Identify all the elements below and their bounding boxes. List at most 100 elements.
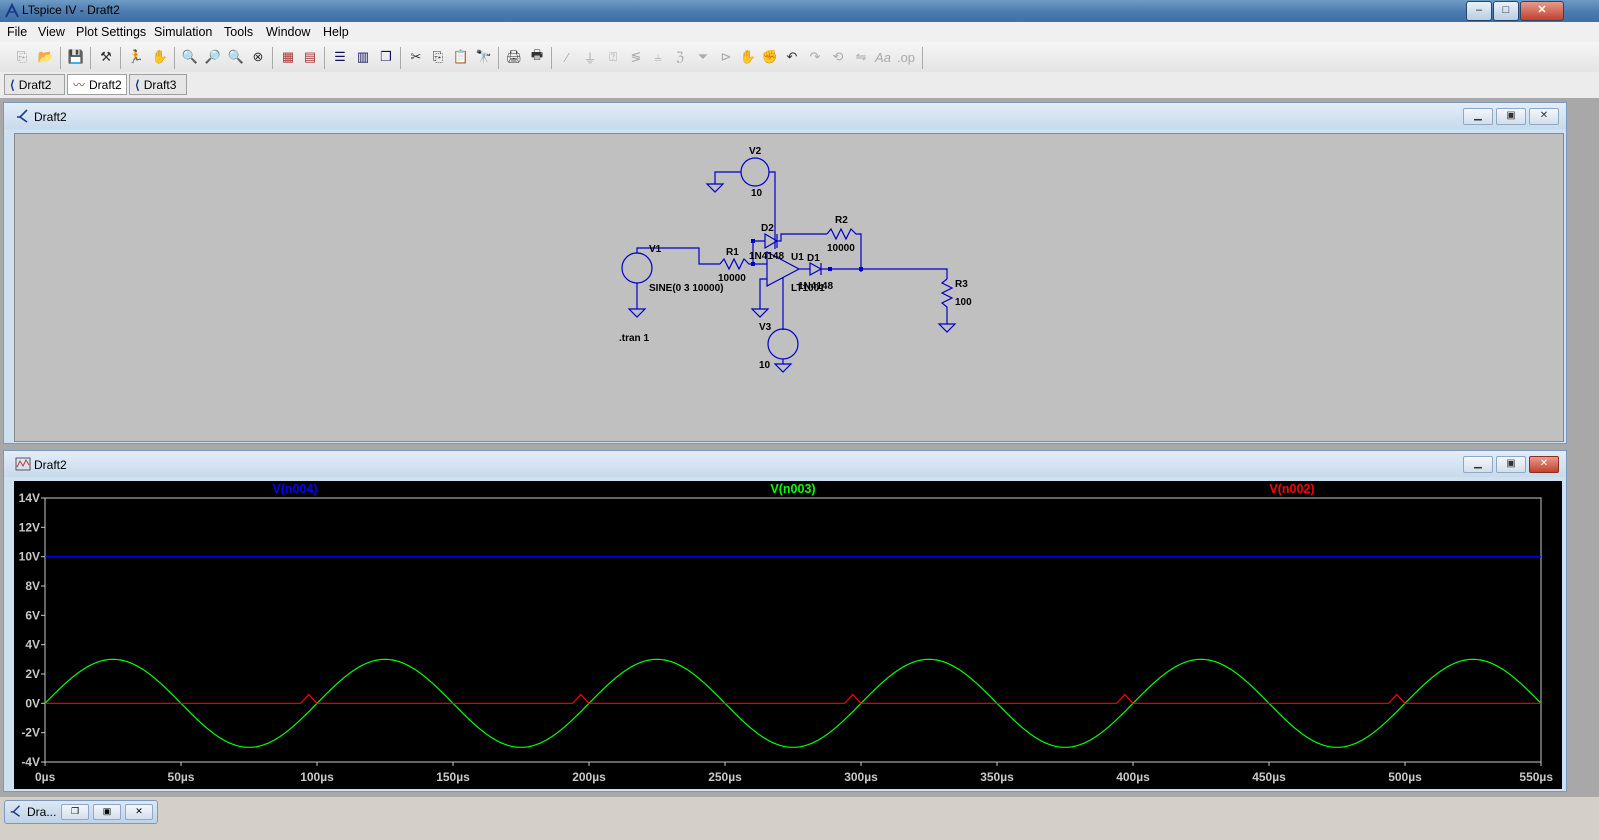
- autorange-icon[interactable]: ▦: [278, 47, 298, 67]
- menu-help[interactable]: Help: [323, 25, 349, 39]
- schematic-icon: [17, 109, 28, 123]
- menu-plot-settings[interactable]: Plot Settings: [76, 25, 146, 39]
- schematic-window: Draft2 ▁ ▣ ✕ V2 10 V1 SINE(0 3 10000) R1…: [3, 102, 1567, 444]
- tile-vertical-icon[interactable]: ▥: [353, 47, 373, 67]
- label-net-icon[interactable]: ⍰: [603, 47, 623, 67]
- waveform-window-titlebar: Draft2 ▁ ▣ ✕: [4, 451, 1566, 477]
- schematic-icon: [10, 805, 20, 817]
- toolbar-separator: [60, 47, 61, 69]
- menu-view[interactable]: View: [38, 25, 65, 39]
- plot-pane-icon[interactable]: ▤: [300, 47, 320, 67]
- minimized-window[interactable]: Dra... ❐ ▣ ✕: [4, 800, 158, 824]
- menu-file[interactable]: File: [7, 25, 27, 39]
- zoom-out-icon[interactable]: 🔍: [226, 47, 246, 67]
- menu-window[interactable]: Window: [266, 25, 310, 39]
- x-tick-label: 500µs: [1388, 770, 1422, 784]
- cascade-icon[interactable]: ❐: [376, 47, 396, 67]
- mirror-icon[interactable]: ⇋: [851, 47, 871, 67]
- schematic-canvas[interactable]: V2 10 V1 SINE(0 3 10000) R1 10000 D2 1N4…: [14, 133, 1564, 442]
- junction-dot: [859, 267, 863, 271]
- toolbar-separator: [922, 47, 923, 69]
- control-panel-icon[interactable]: ⚒: [96, 47, 116, 67]
- x-tick-label: 250µs: [708, 770, 742, 784]
- tab-draft2-schematic[interactable]: ⟨ Draft2: [4, 74, 65, 95]
- new-schematic-icon[interactable]: ⎘: [12, 47, 32, 67]
- toolbar-separator: [551, 47, 552, 69]
- waveform-maximize-button[interactable]: ▣: [1496, 456, 1526, 473]
- close-icon[interactable]: ✕: [125, 804, 153, 820]
- y-tick-label: 12V: [19, 520, 40, 534]
- y-tick-label: 2V: [25, 667, 40, 681]
- v3-value-label: 10: [759, 360, 771, 371]
- waveform-minimize-button[interactable]: ▁: [1463, 456, 1493, 473]
- y-tick-label: 0V: [25, 696, 40, 710]
- ground-icon: [750, 308, 770, 318]
- ground-icon: [937, 323, 957, 333]
- d1-name-label: D1: [807, 253, 820, 264]
- find-icon[interactable]: 🔭: [474, 47, 494, 67]
- x-tick-label: 400µs: [1116, 770, 1150, 784]
- halt-icon[interactable]: ✋: [150, 47, 170, 67]
- ground-icon[interactable]: ⏚: [580, 47, 600, 67]
- x-tick-label: 100µs: [300, 770, 334, 784]
- copy-icon[interactable]: ⎘: [428, 47, 448, 67]
- rotate-icon[interactable]: ⟲: [828, 47, 848, 67]
- x-tick-label: 300µs: [844, 770, 878, 784]
- maximize-button[interactable]: □: [1493, 1, 1519, 21]
- restore-icon[interactable]: ❐: [61, 804, 89, 820]
- inductor-icon[interactable]: ℨ: [670, 47, 690, 67]
- undo-icon[interactable]: ↶: [782, 47, 802, 67]
- tran-directive[interactable]: .tran 1: [619, 333, 649, 344]
- plot-pane[interactable]: 14V 12V 10V 8V 6V 4V 2V 0V -2V -4V 0µs 50µs 100µs 150…: [14, 481, 1562, 789]
- schematic-minimize-button[interactable]: ▁: [1463, 108, 1493, 125]
- cut-icon[interactable]: ✂: [406, 47, 426, 67]
- waveform-icon: [15, 457, 31, 471]
- component-icon[interactable]: ⊳: [716, 47, 736, 67]
- junction-dot: [751, 239, 755, 243]
- resistor-icon[interactable]: ≶: [626, 47, 646, 67]
- d1-value-label: 1N4148: [798, 281, 833, 292]
- open-folder-icon[interactable]: 📂: [36, 47, 56, 67]
- print-icon[interactable]: 🖶: [527, 47, 547, 67]
- zoom-fit-icon[interactable]: ⊗: [248, 47, 268, 67]
- tab-draft2-waveform[interactable]: 〰 Draft2: [67, 74, 127, 95]
- pan-icon[interactable]: 🔎: [203, 47, 223, 67]
- r2-name-label: R2: [835, 215, 848, 226]
- save-icon[interactable]: 💾: [66, 47, 86, 67]
- toolbar-separator: [324, 47, 325, 69]
- text-icon[interactable]: Aa: [873, 47, 893, 67]
- tab-draft3-schematic[interactable]: ⟨ Draft3: [129, 74, 187, 95]
- minimize-button[interactable]: –: [1466, 1, 1492, 21]
- toolbar-separator: [400, 47, 401, 69]
- drag-icon[interactable]: ✊: [760, 47, 780, 67]
- v2-source-symbol: [740, 157, 770, 187]
- diode-icon[interactable]: ⏷: [693, 47, 713, 67]
- x-tick-label: 550µs: [1519, 770, 1553, 784]
- u1-name-label: U1: [791, 252, 804, 263]
- trace-vn002: [45, 693, 1541, 704]
- menu-simulation[interactable]: Simulation: [154, 25, 212, 39]
- wire-icon[interactable]: ∕: [557, 47, 577, 67]
- tab-label: Draft2: [18, 77, 52, 92]
- menu-tools[interactable]: Tools: [224, 25, 253, 39]
- move-icon[interactable]: ✋: [738, 47, 758, 67]
- document-tab-bar: ⟨ Draft2 〰 Draft2 ⟨ Draft3: [0, 72, 1599, 99]
- run-icon[interactable]: 🏃: [126, 47, 146, 67]
- schematic-icon: ⟨: [10, 77, 15, 92]
- schematic-maximize-button[interactable]: ▣: [1496, 108, 1526, 125]
- paste-icon[interactable]: 📋: [451, 47, 471, 67]
- r3-name-label: R3: [955, 279, 968, 290]
- ground-icon: [705, 183, 725, 193]
- waveform-close-button[interactable]: ✕: [1529, 456, 1559, 473]
- spice-directive-icon[interactable]: .op: [896, 47, 916, 67]
- print-preview-icon[interactable]: 🖨: [504, 47, 524, 67]
- maximize-icon[interactable]: ▣: [93, 804, 121, 820]
- capacitor-icon[interactable]: ⫨: [648, 47, 668, 67]
- x-tick-label: 50µs: [168, 770, 195, 784]
- schematic-close-button[interactable]: ✕: [1529, 108, 1559, 125]
- zoom-in-icon[interactable]: 🔍: [180, 47, 200, 67]
- v1-value-label: SINE(0 3 10000): [649, 283, 724, 294]
- tile-horizontal-icon[interactable]: ☰: [330, 47, 350, 67]
- close-button[interactable]: ✕: [1520, 1, 1564, 21]
- redo-icon[interactable]: ↷: [805, 47, 825, 67]
